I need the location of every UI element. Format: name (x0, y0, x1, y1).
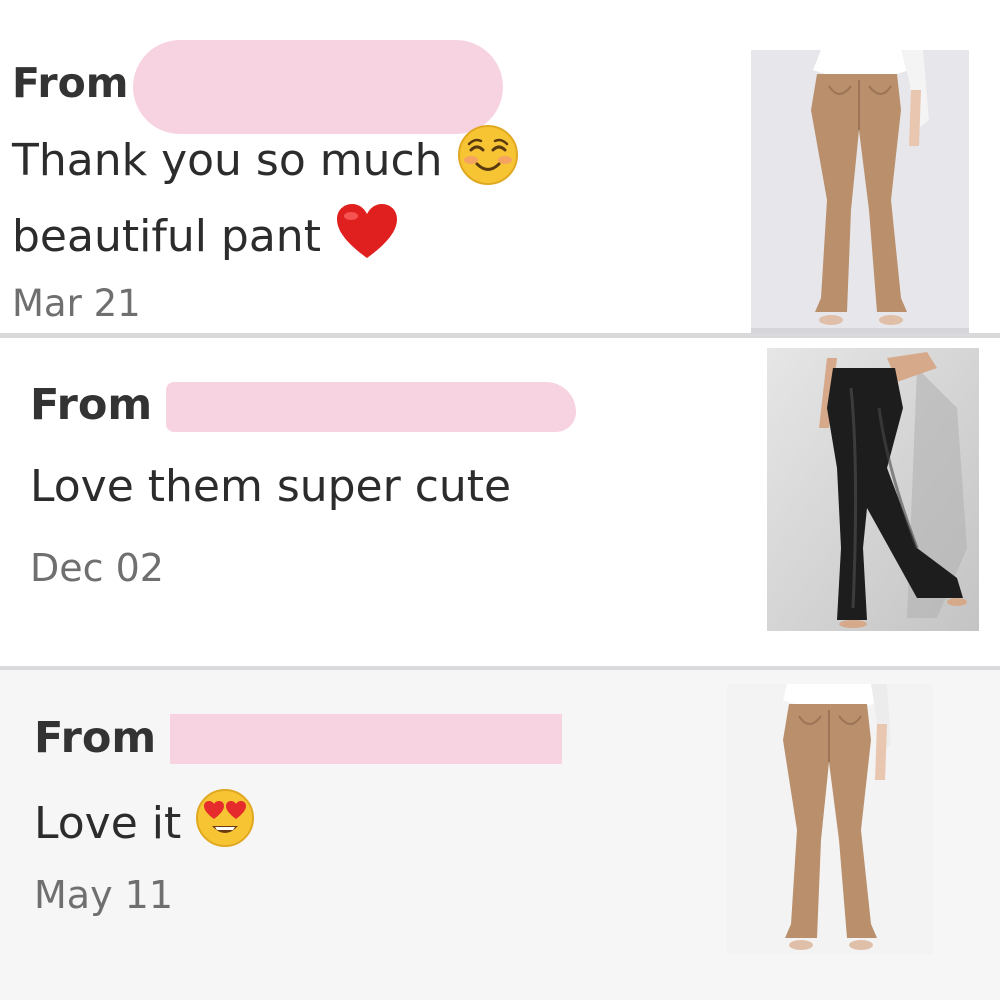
product-thumbnail[interactable] (767, 348, 979, 631)
from-label: From (34, 713, 157, 763)
review-from-row: From (12, 32, 503, 134)
smiling-face-icon (457, 124, 519, 202)
from-label: From (12, 59, 129, 107)
product-thumbnail[interactable] (751, 50, 969, 333)
review-message: Love it (34, 788, 255, 864)
review-date: May 11 (34, 873, 173, 917)
redacted-username (132, 40, 503, 134)
reviews-feed: From Thank you so much beautiful pant Ma… (0, 0, 1000, 1000)
from-label: From (30, 380, 153, 430)
review-message: Thank you so much beautiful pant (12, 124, 612, 275)
heart-eyes-icon (195, 788, 255, 864)
review-message: Love them super cute (30, 458, 511, 517)
redacted-username (166, 382, 577, 432)
review-date: Mar 21 (12, 282, 141, 325)
red-heart-icon (335, 202, 399, 276)
redacted-username (170, 714, 563, 764)
review-message-line: Love them super cute (30, 461, 512, 512)
review-from-row: From (34, 712, 563, 764)
product-thumbnail[interactable] (727, 684, 933, 954)
review-message-line: Thank you so much (12, 134, 443, 186)
review-message-line: beautiful pant (12, 210, 321, 262)
review-from-row: From (30, 378, 577, 432)
review-date: Dec 02 (30, 546, 164, 590)
review-message-line: Love it (34, 797, 182, 849)
